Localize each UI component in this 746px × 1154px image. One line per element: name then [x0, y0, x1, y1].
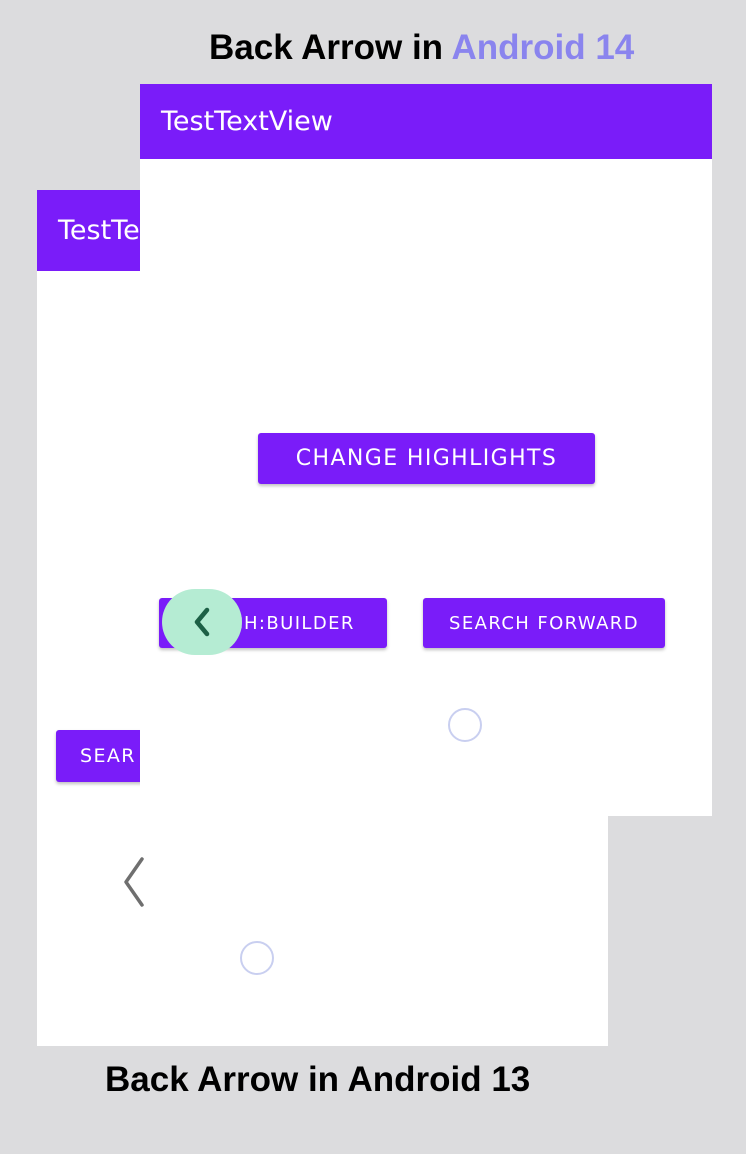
touch-indicator [448, 708, 482, 742]
heading-prefix: Back Arrow in [209, 28, 452, 67]
android-13-heading: Back Arrow in Android 13 [105, 1060, 531, 1099]
search-forward-button[interactable]: SEARCH FORWARD [423, 598, 665, 648]
android-14-screen: TestTextView CHANGE HIGHLIGHTS CH:BUILDE… [140, 84, 712, 816]
chevron-left-icon[interactable] [118, 856, 148, 908]
change-highlights-button[interactable]: CHANGE HIGHLIGHTS [258, 433, 595, 484]
android-14-heading: Back Arrow in Android 14 [209, 28, 634, 68]
back-gesture-pill[interactable] [162, 589, 242, 655]
app-bar: TestTextView [140, 84, 712, 159]
app-title: TestTe [58, 215, 140, 246]
touch-indicator [240, 941, 274, 975]
heading-accent: Android 14 [451, 28, 635, 67]
chevron-left-icon [194, 607, 210, 637]
app-title: TestTextView [161, 106, 333, 137]
